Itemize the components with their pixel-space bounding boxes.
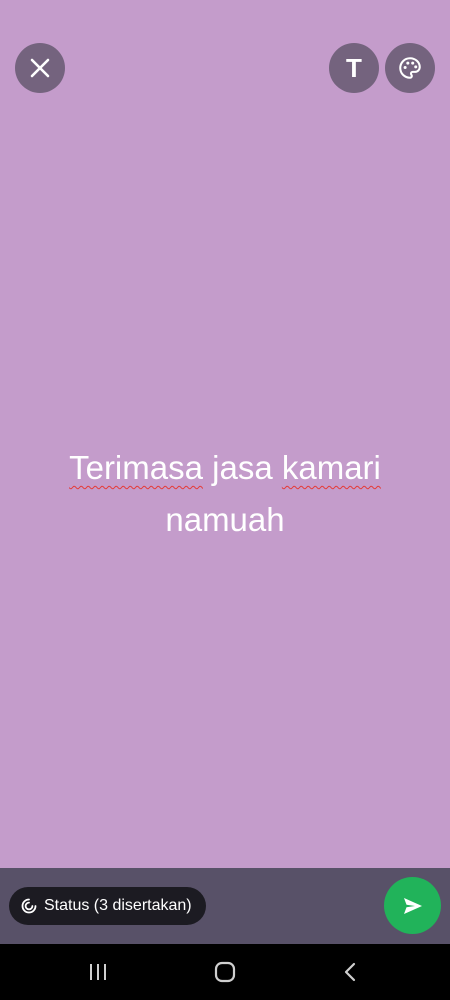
system-navigation-bar (0, 944, 450, 1000)
status-word: jasa (212, 449, 273, 486)
status-word: namuah (165, 501, 285, 538)
status-audience-button[interactable]: Status (3 disertakan) (9, 887, 206, 925)
home-button[interactable] (211, 958, 239, 986)
text-icon: T (346, 53, 362, 83)
status-word: kamari (281, 449, 381, 486)
close-icon (30, 58, 50, 78)
status-composer-screen: T Terimasa jasa kamari namuah Status (3 … (0, 0, 450, 1000)
text-style-button[interactable]: T (329, 43, 379, 93)
palette-icon (399, 57, 421, 79)
send-icon (403, 897, 422, 914)
send-button[interactable] (384, 877, 441, 934)
back-button[interactable] (336, 958, 364, 986)
composer-footer: Status (3 disertakan) (0, 868, 450, 944)
status-canvas[interactable] (0, 0, 450, 868)
status-audience-label: Status (3 disertakan) (44, 897, 192, 914)
status-ring-icon (21, 898, 37, 914)
close-button[interactable] (15, 43, 65, 93)
background-color-button[interactable] (385, 43, 435, 93)
status-text-input[interactable]: Terimasa jasa kamari namuah (25, 442, 425, 546)
recent-apps-button[interactable] (84, 958, 112, 986)
back-icon (344, 962, 356, 982)
home-icon (214, 961, 236, 983)
status-word: Terimasa (69, 449, 203, 486)
recent-apps-icon (90, 964, 106, 980)
